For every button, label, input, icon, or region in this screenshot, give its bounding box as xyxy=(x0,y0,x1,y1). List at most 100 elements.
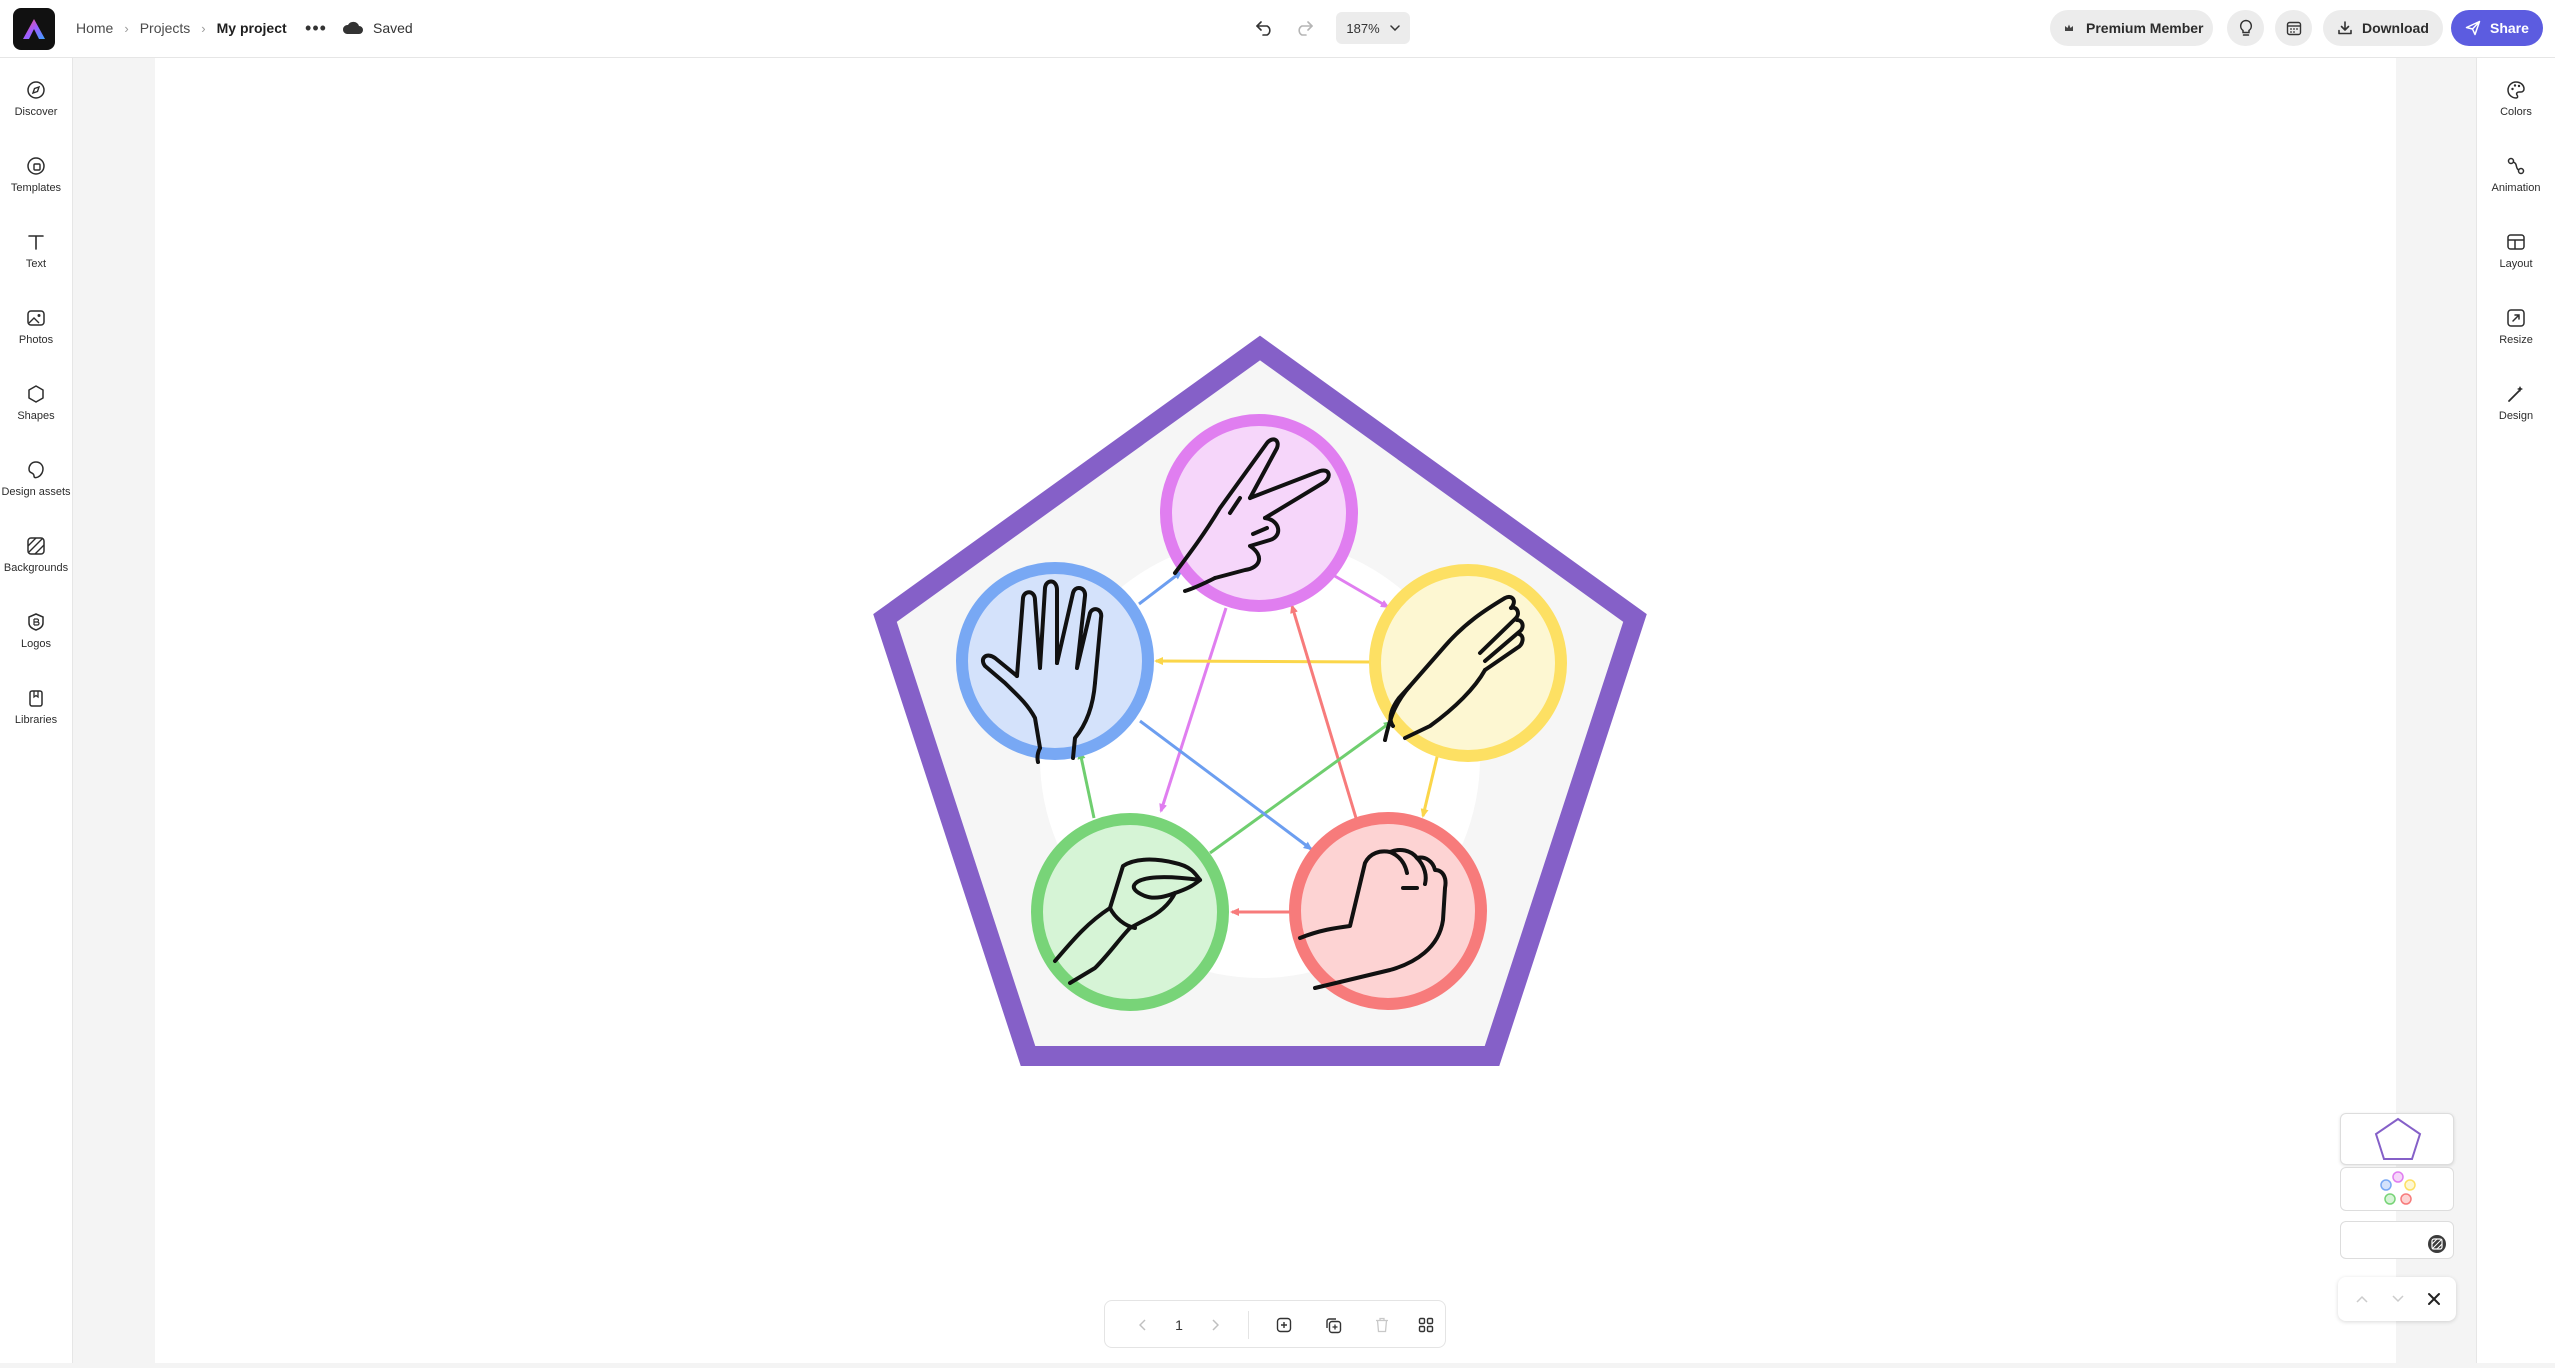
more-options-button[interactable]: ••• xyxy=(302,16,330,40)
download-icon xyxy=(2338,21,2352,35)
adobe-express-logo-icon xyxy=(23,19,45,39)
sidebar-item-design-assets[interactable]: Design assets xyxy=(0,460,72,498)
calendar-icon xyxy=(2286,21,2301,36)
page-navigator: 1 xyxy=(1104,1300,1446,1348)
layer-hand-circles[interactable] xyxy=(2340,1167,2454,1211)
resize-icon xyxy=(2507,309,2525,327)
backgrounds-icon xyxy=(27,537,45,555)
add-page-icon xyxy=(1276,1317,1292,1333)
chevron-down-icon xyxy=(2392,1295,2404,1303)
templates-icon xyxy=(27,157,45,175)
sidebar-item-label: Libraries xyxy=(14,714,58,726)
breadcrumb-projects[interactable]: Projects xyxy=(140,20,191,36)
sidebar-item-label: Shapes xyxy=(17,410,55,422)
cloud-icon xyxy=(342,21,363,34)
lightbulb-icon xyxy=(2239,19,2252,36)
close-icon xyxy=(2428,1293,2440,1305)
chevron-left-icon xyxy=(1139,1319,1146,1331)
sidebar-item-resize[interactable]: Resize xyxy=(2477,308,2555,346)
page-number[interactable]: 1 xyxy=(1165,1311,1193,1339)
chevron-right-icon: › xyxy=(201,20,206,36)
inspiration-button[interactable] xyxy=(2227,10,2264,46)
sidebar-item-shapes[interactable]: Shapes xyxy=(0,384,72,422)
sidebar-item-colors[interactable]: Colors xyxy=(2477,80,2555,118)
save-status: Saved xyxy=(342,16,413,40)
sidebar-item-label: Design xyxy=(2498,410,2534,422)
sidebar-item-discover[interactable]: Discover xyxy=(0,80,72,118)
sidebar-item-logos[interactable]: Logos xyxy=(0,612,72,650)
sidebar-item-label: Logos xyxy=(21,638,51,650)
zoom-select[interactable]: 187% xyxy=(1336,12,1410,44)
crown-icon xyxy=(2065,24,2073,31)
sidebar-item-label: Animation xyxy=(2491,182,2541,194)
node-rock[interactable] xyxy=(1289,812,1487,1010)
sidebar-item-label: Templates xyxy=(10,182,62,194)
sidebar-item-label: Backgrounds xyxy=(3,562,69,574)
sidebar-item-label: Colors xyxy=(2500,106,2532,118)
pentagon-thumbnail xyxy=(2374,1117,2422,1160)
top-bar: Home › Projects › My project ••• Saved 1… xyxy=(0,0,2555,58)
duplicate-page-button[interactable] xyxy=(1319,1311,1347,1339)
layer-pentagon[interactable] xyxy=(2340,1113,2454,1165)
undo-button[interactable] xyxy=(1250,14,1280,42)
move-layer-up-button[interactable] xyxy=(2348,1285,2376,1313)
sidebar-item-design[interactable]: Design xyxy=(2477,384,2555,422)
right-sidebar: Colors Animation Layout Resize Design xyxy=(2476,58,2555,1363)
node-scissors[interactable] xyxy=(1160,414,1358,612)
next-page-button[interactable] xyxy=(1201,1311,1229,1339)
premium-member-button[interactable]: Premium Member xyxy=(2050,10,2213,46)
redo-button[interactable] xyxy=(1289,14,1319,42)
chevron-up-icon xyxy=(2356,1295,2368,1303)
close-layers-button[interactable] xyxy=(2420,1285,2448,1313)
logos-icon xyxy=(28,613,44,631)
grid-view-button[interactable] xyxy=(1412,1311,1440,1339)
node-spock[interactable] xyxy=(956,562,1154,764)
duplicate-icon xyxy=(1325,1317,1341,1333)
redo-icon xyxy=(1298,21,1313,36)
send-icon xyxy=(2465,20,2481,36)
sidebar-item-libraries[interactable]: Libraries xyxy=(0,688,72,726)
design-assets-icon xyxy=(28,461,44,479)
add-page-button[interactable] xyxy=(1270,1311,1298,1339)
sidebar-item-layout[interactable]: Layout xyxy=(2477,232,2555,270)
download-button[interactable]: Download xyxy=(2323,10,2443,46)
move-layer-down-button[interactable] xyxy=(2384,1285,2412,1313)
discover-icon xyxy=(27,81,45,99)
share-button[interactable]: Share xyxy=(2451,10,2543,46)
node-paper[interactable] xyxy=(1369,564,1567,762)
project-title[interactable]: My project xyxy=(217,20,287,36)
breadcrumb-home[interactable]: Home xyxy=(76,20,113,36)
sidebar-item-animation[interactable]: Animation xyxy=(2477,156,2555,194)
layer-background[interactable] xyxy=(2340,1221,2454,1259)
previous-page-button[interactable] xyxy=(1129,1311,1157,1339)
sidebar-item-label: Text xyxy=(25,258,47,270)
artboard[interactable] xyxy=(155,58,2396,1363)
divider xyxy=(1248,1311,1249,1339)
share-label: Share xyxy=(2490,20,2529,36)
sidebar-item-templates[interactable]: Templates xyxy=(0,156,72,194)
download-label: Download xyxy=(2362,20,2429,36)
premium-member-label: Premium Member xyxy=(2086,20,2204,36)
shapes-icon xyxy=(28,385,44,403)
chevron-right-icon xyxy=(1212,1319,1219,1331)
sidebar-item-text[interactable]: Text xyxy=(0,232,72,270)
arrow-paper-to-spock xyxy=(1154,657,1373,666)
node-lizard[interactable] xyxy=(1031,813,1229,1011)
sidebar-item-label: Photos xyxy=(18,334,54,346)
libraries-icon xyxy=(29,690,43,707)
sidebar-item-photos[interactable]: Photos xyxy=(0,308,72,346)
breadcrumb: Home › Projects › My project xyxy=(76,0,287,56)
undo-icon xyxy=(1256,21,1271,36)
zoom-value: 187% xyxy=(1346,20,1380,36)
grid-icon xyxy=(1418,1317,1434,1333)
chevron-down-icon xyxy=(1389,25,1400,31)
schedule-button[interactable] xyxy=(2275,10,2312,46)
delete-page-button[interactable] xyxy=(1368,1311,1396,1339)
chevron-right-icon: › xyxy=(124,20,129,36)
sidebar-item-backgrounds[interactable]: Backgrounds xyxy=(0,536,72,574)
pentagon-diagram[interactable] xyxy=(155,58,2396,1363)
app-logo[interactable] xyxy=(13,8,55,50)
circles-thumbnail xyxy=(2380,1171,2416,1205)
sidebar-item-label: Discover xyxy=(14,106,58,118)
layout-icon xyxy=(2507,234,2525,250)
